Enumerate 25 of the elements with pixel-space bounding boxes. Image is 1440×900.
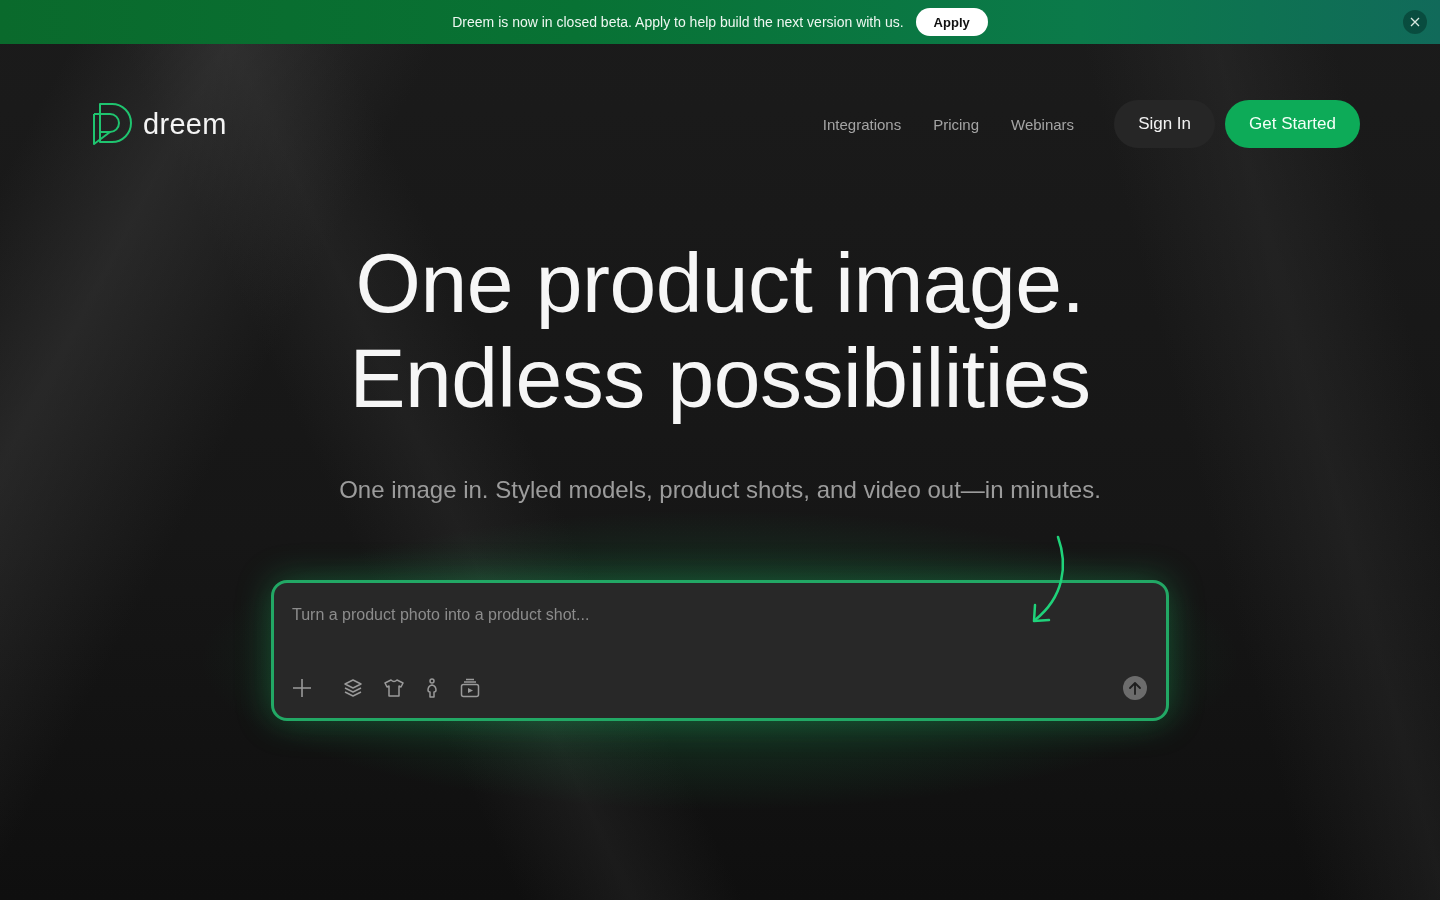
- nav-link[interactable]: Integrations: [822, 115, 902, 133]
- close-button[interactable]: [1403, 10, 1427, 34]
- hero-subtitle: One image in. Styled models, product shots, and video out—in minutes.: [339, 476, 1101, 504]
- person-icon: [425, 678, 439, 698]
- hero-headline: One product image. Endless possibilities: [349, 236, 1091, 426]
- submit-button[interactable]: [1123, 676, 1147, 700]
- plus-icon: [292, 678, 312, 698]
- layers-button[interactable]: [343, 678, 363, 698]
- apply-button[interactable]: Apply: [915, 8, 988, 36]
- logo-wordmark[interactable]: dreem: [143, 107, 227, 141]
- nav-link[interactable]: Webinars: [1011, 115, 1075, 133]
- add-button[interactable]: [292, 678, 312, 698]
- banner-message: Dreem is now in closed beta. Apply to help build the next version with us.: [452, 14, 904, 30]
- video-icon: [460, 678, 480, 698]
- prompt-field[interactable]: Turn a product photo into a product shot...: [292, 603, 852, 627]
- nav-link[interactable]: Pricing: [933, 115, 980, 133]
- layers-icon: [343, 678, 363, 698]
- logo-icon[interactable]: [92, 102, 132, 146]
- shirt-icon: [384, 678, 404, 698]
- arrow-up-icon: [1128, 681, 1142, 695]
- sign-in-button[interactable]: Sign In: [1114, 100, 1216, 148]
- shirt-button[interactable]: [384, 678, 404, 698]
- model-button[interactable]: [425, 678, 439, 698]
- close-icon: [1410, 17, 1420, 27]
- video-button[interactable]: [460, 678, 480, 698]
